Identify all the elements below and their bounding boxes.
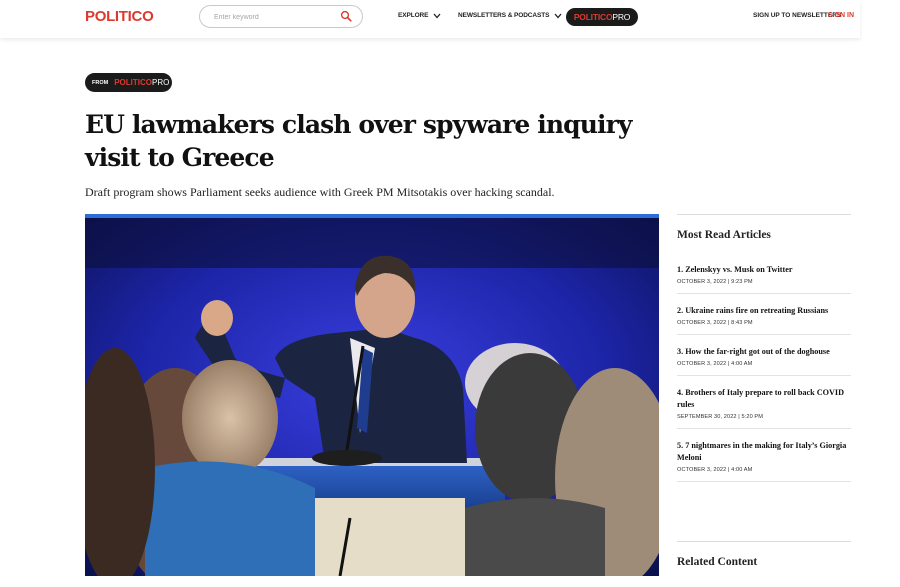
pro-pill-brand: POLITICO [573,12,613,22]
most-read-list: 1. Zelenskyy vs. Musk on Twitter OCTOBER… [677,253,851,482]
article-dek: Draft program shows Parliament seeks aud… [85,185,555,199]
most-read-item-date: OCTOBER 3, 2022 | 9:23 PM [677,279,753,285]
search-box[interactable] [199,5,363,28]
most-read-item-title[interactable]: 5. 7 nightmares in the making for Italy’… [677,440,851,464]
article-hero-image [85,214,659,576]
nav-newsletters-label: NEWSLETTERS & PODCASTS [458,12,550,19]
most-read-item-title[interactable]: 2. Ukraine rains fire on retreating Russ… [677,305,851,317]
most-read-item[interactable]: 2. Ukraine rains fire on retreating Russ… [677,294,851,335]
divider [677,541,851,542]
most-read-item-title[interactable]: 1. Zelenskyy vs. Musk on Twitter [677,264,851,276]
nav-explore-label: EXPLORE [398,12,429,19]
most-read-item[interactable]: 4. Brothers of Italy prepare to roll bac… [677,376,851,429]
most-read-item-date: OCTOBER 3, 2022 | 8:43 PM [677,320,753,326]
article-headline: EU lawmakers clash over spyware inquiry … [85,110,632,172]
nav-explore[interactable]: EXPLORE [398,12,441,19]
search-input[interactable] [214,10,334,24]
press-conference-photo [85,218,659,576]
nav-newsletters-podcasts[interactable]: NEWSLETTERS & PODCASTS [458,12,562,19]
related-content-title: Related Content [677,556,758,568]
sign-in-link[interactable]: SIGN IN [828,12,854,19]
most-read-item[interactable]: 3. How the far-right got out of the dogh… [677,335,851,376]
most-read-item-date: OCTOBER 3, 2022 | 4:00 AM [677,467,753,473]
most-read-title: Most Read Articles [677,229,771,241]
sidebar: Most Read Articles 1. Zelenskyy vs. Musk… [677,214,851,482]
politico-pro-button[interactable]: POLITICO PRO [566,8,638,26]
pro-pill-pro: PRO [612,12,631,22]
search-icon[interactable] [340,10,352,22]
from-politico-pro-badge[interactable]: FROM POLITICO PRO [85,73,172,92]
related-content-section: Related Content [677,541,851,568]
chevron-down-icon [433,13,441,18]
most-read-item[interactable]: 5. 7 nightmares in the making for Italy’… [677,429,851,482]
divider [677,214,851,215]
from-badge-pro: PRO [151,78,170,87]
most-read-item-date: OCTOBER 3, 2022 | 4:00 AM [677,361,753,367]
most-read-item-title[interactable]: 4. Brothers of Italy prepare to roll bac… [677,387,851,411]
chevron-down-icon [554,13,562,18]
from-label: FROM [92,79,109,86]
most-read-item-title[interactable]: 3. How the far-right got out of the dogh… [677,346,851,358]
most-read-item[interactable]: 1. Zelenskyy vs. Musk on Twitter OCTOBER… [677,253,851,294]
most-read-item-date: SEPTEMBER 30, 2022 | 5:20 PM [677,414,764,420]
from-badge-brand: POLITICO [114,78,152,87]
politico-logo[interactable]: POLITICO [85,8,154,25]
site-header: POLITICO EXPLORE NEWSLETTERS & PODCASTS … [0,0,860,38]
